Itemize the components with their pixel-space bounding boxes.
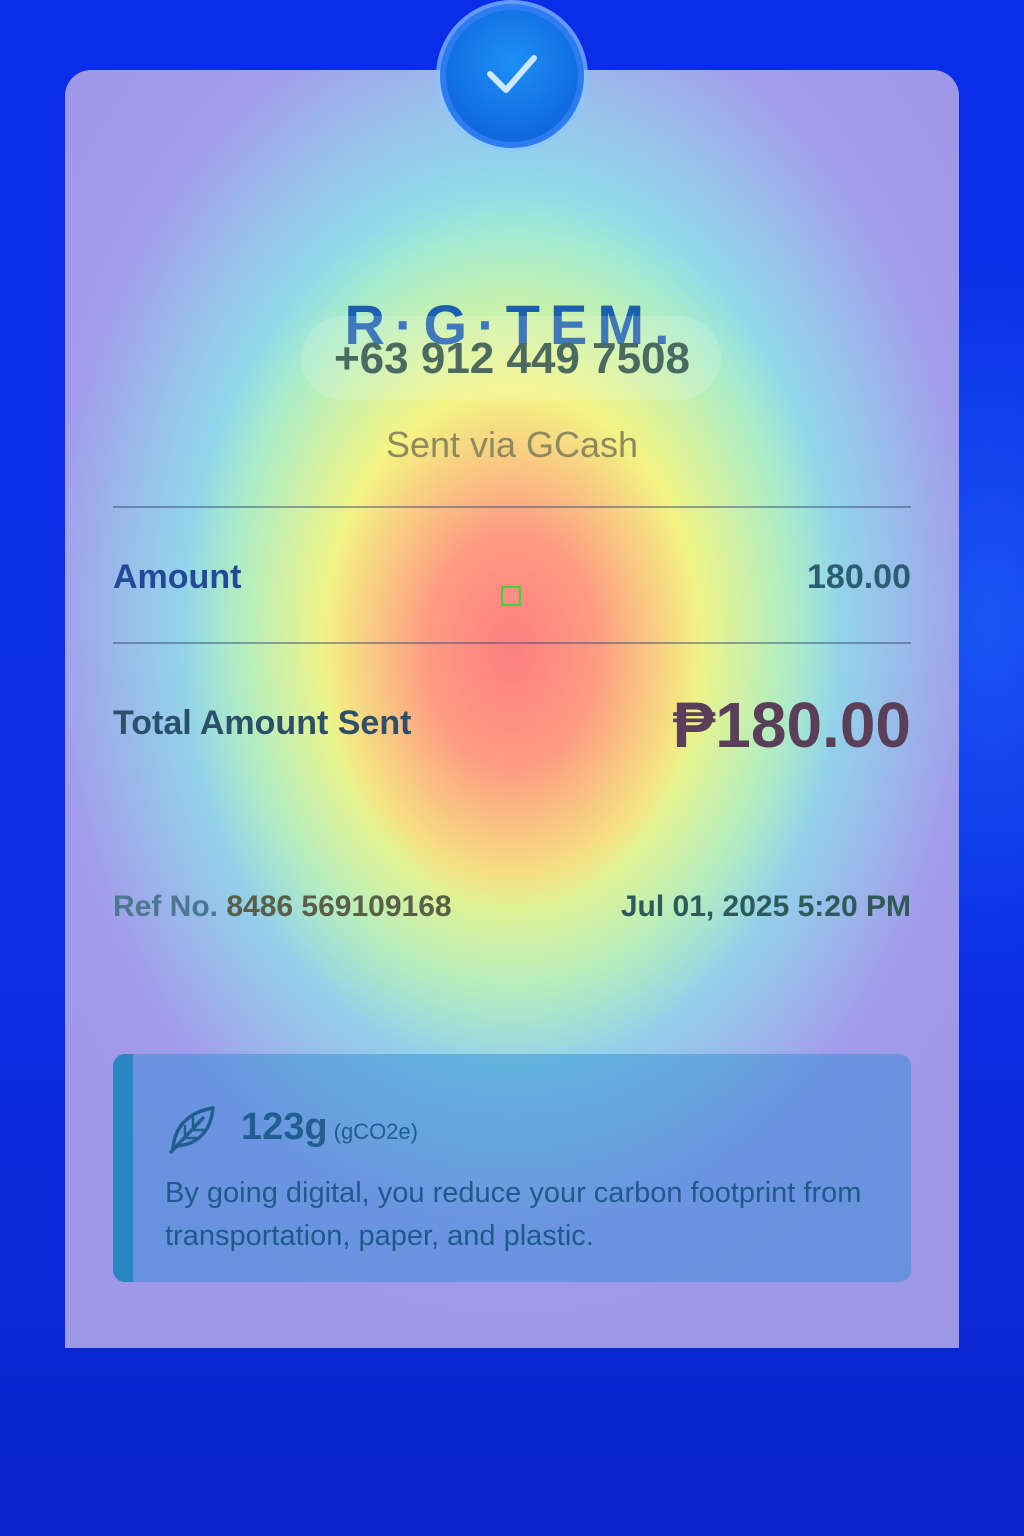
divider bbox=[113, 642, 911, 644]
amount-label: Amount bbox=[113, 558, 242, 596]
receipt-tear-edge bbox=[65, 1330, 959, 1348]
sent-via-label: Sent via GCash bbox=[385, 424, 639, 465]
receipt-card: R·G·TEM. +63 912 449 7508 Sent via GCash… bbox=[65, 70, 959, 1348]
carbon-unit: (gCO2e) bbox=[333, 1119, 418, 1144]
reference-number: Ref No. 8486 569109168 bbox=[113, 890, 452, 924]
carbon-amount: 123g bbox=[241, 1106, 328, 1148]
total-label: Total Amount Sent bbox=[113, 704, 412, 742]
carbon-footprint-card: 123g (gCO2e) By going digital, you reduce… bbox=[113, 1054, 911, 1282]
reference-value: 8486 569109168 bbox=[226, 890, 452, 923]
total-value: ₱180.00 bbox=[672, 689, 911, 761]
amount-value: 180.00 bbox=[807, 558, 911, 596]
reference-label: Ref No. bbox=[113, 890, 218, 923]
success-badge bbox=[440, 4, 584, 148]
focus-marker bbox=[501, 586, 521, 606]
transaction-datetime: Jul 01, 2025 5:20 PM bbox=[620, 890, 911, 923]
checkmark-icon bbox=[480, 42, 544, 111]
divider bbox=[113, 506, 911, 508]
leaf-icon bbox=[165, 1100, 221, 1161]
carbon-value: 123g (gCO2e) bbox=[241, 1106, 418, 1149]
card-accent-bar bbox=[113, 1054, 133, 1282]
carbon-message: By going digital, you reduce your carbon… bbox=[165, 1177, 862, 1252]
recipient-phone: +63 912 449 7508 bbox=[333, 334, 691, 383]
